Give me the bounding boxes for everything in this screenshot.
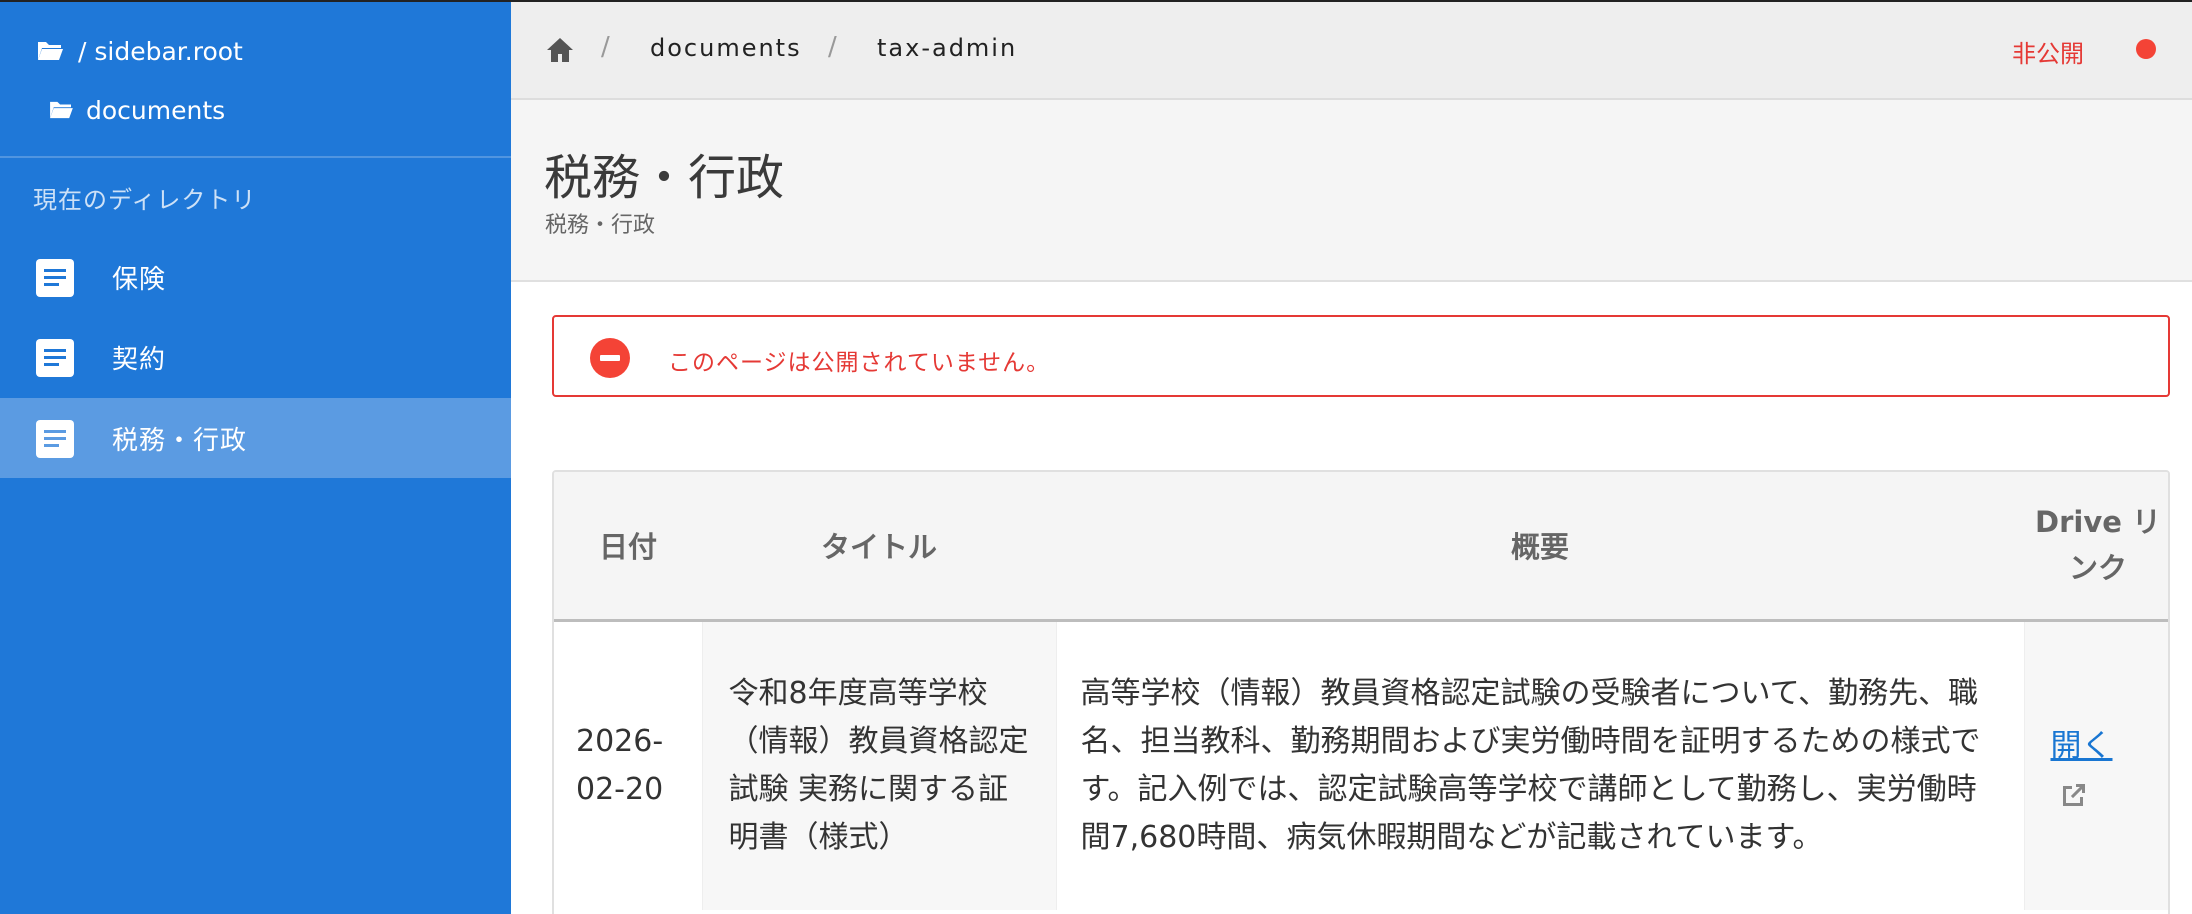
column-header-summary[interactable]: 概要 [1056, 472, 2024, 622]
window-top-edge [0, 0, 2192, 2]
sidebar-item-label: 契約 [112, 344, 167, 375]
top-bar: / documents / tax-admin 非公開 [511, 0, 2192, 100]
cell-drive-link: 開く [2023, 620, 2169, 910]
sidebar-item-label: 税務・行政 [112, 425, 248, 456]
table-header-row: 日付 タイトル 概要 Drive リンク [554, 472, 2168, 622]
page-title: 税務・行政 [544, 150, 785, 206]
page-subtitle: 税務・行政 [545, 213, 656, 238]
visibility-status-text: 非公開 [2012, 40, 2084, 68]
unpublished-alert: このページは公開されていません。 [552, 315, 2170, 397]
page-header: 税務・行政 税務・行政 [511, 100, 2192, 282]
document-icon [36, 259, 74, 297]
column-header-drive-link[interactable]: Drive リンク [2024, 472, 2168, 622]
sidebar: / sidebar.root documents 現在のディレクトリ 保険 契約… [0, 0, 511, 914]
sidebar-folder-documents[interactable]: documents [48, 93, 225, 127]
alert-message: このページは公開されていません。 [668, 350, 1051, 376]
column-header-date[interactable]: 日付 [554, 472, 702, 622]
cell-summary: 高等学校（情報）教員資格認定試験の受験者について、勤務先、職名、担当教科、勤務期… [1056, 620, 2024, 910]
minus-circle-icon [590, 338, 630, 378]
documents-table: 日付 タイトル 概要 Drive リンク 2026-02-20 令和8年度高等学… [552, 470, 2170, 914]
document-icon [36, 420, 74, 458]
sidebar-root-link[interactable]: / sidebar.root [36, 34, 243, 68]
sidebar-item-insurance[interactable]: 保険 [0, 237, 511, 317]
home-icon[interactable] [545, 35, 575, 65]
sidebar-item-tax-admin[interactable]: 税務・行政 [0, 398, 511, 478]
breadcrumb-separator: / [828, 32, 837, 62]
cell-date: 2026-02-20 [554, 620, 702, 910]
sidebar-item-label: 保険 [112, 264, 167, 295]
sidebar-divider [0, 156, 511, 158]
breadcrumb-documents[interactable]: documents [650, 34, 802, 62]
cell-title: 令和8年度高等学校（情報）教員資格認定試験 実務に関する証明書（様式） [701, 620, 1057, 910]
open-drive-link[interactable]: 開く [2051, 722, 2169, 770]
status-dot-icon [2136, 39, 2156, 59]
sidebar-item-contract[interactable]: 契約 [0, 317, 511, 397]
sidebar-root-label: / sidebar.root [78, 36, 243, 66]
column-header-title[interactable]: タイトル [702, 472, 1056, 622]
breadcrumb-separator: / [601, 32, 610, 62]
sidebar-folder-label: documents [86, 95, 226, 125]
sidebar-section-title: 現在のディレクトリ [33, 186, 257, 214]
folder-open-icon [36, 40, 64, 62]
folder-open-icon [48, 100, 74, 120]
table-row: 2026-02-20 令和8年度高等学校（情報）教員資格認定試験 実務に関する証… [554, 620, 2169, 910]
external-link-icon[interactable] [2059, 780, 2089, 810]
breadcrumb-tax-admin[interactable]: tax-admin [877, 34, 1017, 62]
document-icon [36, 339, 74, 377]
